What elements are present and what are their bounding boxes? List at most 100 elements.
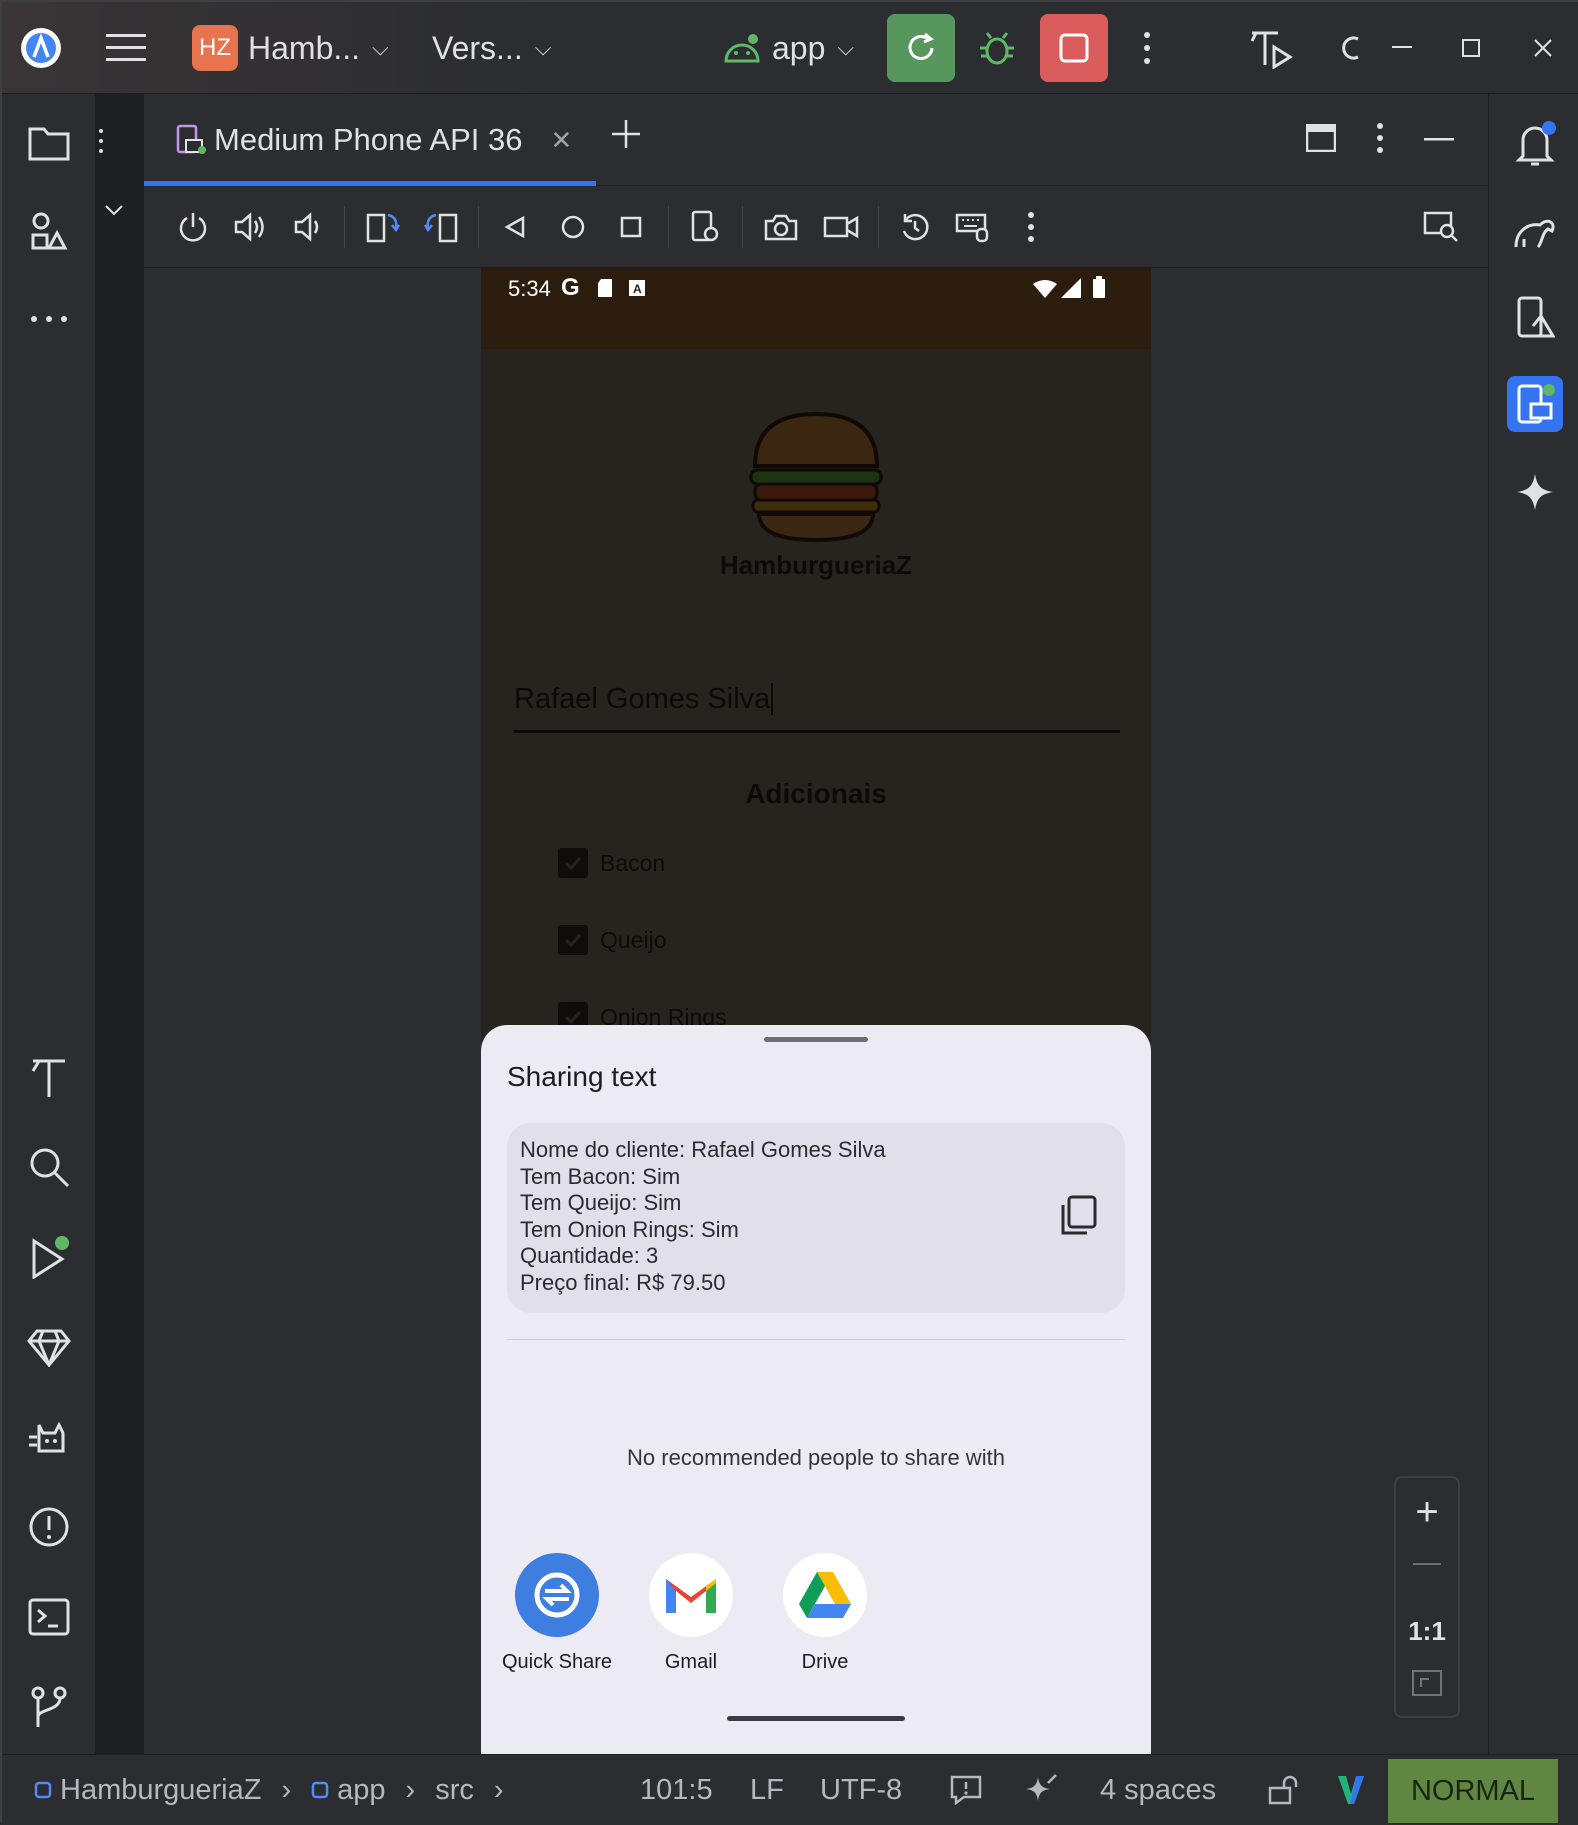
- preview-line: Tem Queijo: Sim: [520, 1190, 682, 1216]
- lock-open-icon[interactable]: [1268, 1755, 1300, 1825]
- chevron-right-icon: ›: [493, 1773, 504, 1806]
- hide-panel-icon[interactable]: [1424, 138, 1454, 142]
- ide-window: HZ Hamb... ⌵ Vers... ⌵ app ⌵ Medium Phon…: [0, 0, 1578, 1825]
- inspections-icon[interactable]: [950, 1755, 982, 1825]
- back-icon[interactable]: [494, 206, 536, 248]
- device-manager-icon[interactable]: [1507, 290, 1563, 346]
- indent-setting[interactable]: 4 spaces: [1100, 1755, 1216, 1825]
- add-tab-button[interactable]: [610, 118, 642, 150]
- android-studio-logo-icon[interactable]: [20, 2, 62, 94]
- window-layout-icon[interactable]: [1306, 124, 1336, 152]
- gesture-nav-pill[interactable]: [727, 1716, 905, 1721]
- zoom-in-button[interactable]: +: [1396, 1492, 1458, 1532]
- debug-button[interactable]: [977, 2, 1017, 94]
- phone-screen[interactable]: 5:34 G A HamburgueriaZ Rafael Gomes Silv…: [481, 268, 1151, 1754]
- volume-up-icon[interactable]: [230, 206, 272, 248]
- separator: [668, 206, 669, 248]
- vcs-selector[interactable]: Vers... ⌵: [432, 2, 551, 94]
- overview-icon[interactable]: [610, 206, 652, 248]
- more-actions-icon[interactable]: [1142, 2, 1152, 94]
- gem-icon[interactable]: [24, 1322, 74, 1372]
- run-config-selector[interactable]: app ⌵: [722, 2, 854, 94]
- main-menu-icon[interactable]: [106, 2, 146, 94]
- line-ending[interactable]: LF: [750, 1755, 784, 1825]
- checkbox-checked-icon: [558, 925, 588, 955]
- collapsed-panel-strip: [96, 94, 144, 1754]
- checkbox-queijo[interactable]: Queijo: [558, 923, 666, 957]
- zoom-out-button[interactable]: —: [1396, 1546, 1458, 1578]
- search-icon[interactable]: [24, 1142, 74, 1192]
- zoom-fit-icon[interactable]: [1412, 1670, 1442, 1696]
- separator: [878, 206, 879, 248]
- screenshot-camera-icon[interactable]: [760, 206, 802, 248]
- share-sheet-title: Sharing text: [507, 1061, 657, 1092]
- checkbox-bacon[interactable]: Bacon: [558, 846, 665, 880]
- sheet-drag-handle[interactable]: [764, 1037, 868, 1042]
- notifications-bell-icon[interactable]: [1507, 116, 1563, 172]
- rotate-right-icon[interactable]: [420, 206, 462, 248]
- separator: [742, 206, 743, 248]
- rerun-button[interactable]: [887, 14, 955, 82]
- layout-inspector-icon[interactable]: [1420, 206, 1462, 248]
- tab-options-icon[interactable]: [1376, 122, 1384, 154]
- ai-assistant-icon[interactable]: [1024, 1755, 1058, 1825]
- wifi-icon: [1033, 280, 1057, 298]
- customer-name-field[interactable]: Rafael Gomes Silva: [514, 683, 1120, 733]
- preview-line: Preço final: R$ 79.50: [520, 1269, 726, 1295]
- gemini-sparkle-icon[interactable]: [1507, 464, 1563, 520]
- share-target-drive[interactable]: Drive: [765, 1553, 885, 1674]
- customer-name-value: Rafael Gomes Silva: [514, 683, 771, 715]
- more-tools-icon[interactable]: [24, 294, 74, 344]
- rotate-left-icon[interactable]: [362, 206, 404, 248]
- device-more-icon[interactable]: [1010, 206, 1052, 248]
- breadcrumb-item[interactable]: HamburgueriaZ: [60, 1774, 261, 1807]
- breadcrumb-item[interactable]: src: [435, 1774, 474, 1807]
- terminal-icon[interactable]: [24, 1592, 74, 1642]
- minimize-window-button[interactable]: [1392, 2, 1412, 94]
- volume-down-icon[interactable]: [288, 206, 330, 248]
- stop-icon: [1059, 33, 1089, 63]
- run-icon[interactable]: [24, 1232, 74, 1282]
- project-folder-icon[interactable]: [24, 118, 74, 168]
- keyboard-mouse-icon[interactable]: [952, 206, 994, 248]
- power-icon[interactable]: [172, 206, 214, 248]
- share-target-quick-share[interactable]: Quick Share: [497, 1553, 617, 1674]
- gradle-elephant-icon[interactable]: [1507, 204, 1563, 260]
- left-tool-strip: [2, 94, 96, 1754]
- resource-manager-icon[interactable]: [24, 206, 74, 256]
- running-devices-icon[interactable]: [1507, 376, 1563, 432]
- snapshot-restore-icon[interactable]: [894, 206, 936, 248]
- vim-plugin-icon[interactable]: [1336, 1755, 1366, 1825]
- stop-button[interactable]: [1040, 14, 1108, 82]
- breadcrumb-item[interactable]: app: [337, 1774, 385, 1807]
- project-name: Hamb...: [248, 29, 361, 66]
- home-icon[interactable]: [552, 206, 594, 248]
- checkbox-label: Bacon: [600, 849, 666, 876]
- close-window-button[interactable]: [1533, 2, 1553, 94]
- share-sheet: Sharing text Nome do cliente: Rafael Gom…: [481, 1025, 1151, 1754]
- zoom-one-to-one-button[interactable]: 1:1: [1396, 1616, 1458, 1647]
- build-hammer-icon[interactable]: [24, 1052, 74, 1102]
- maximize-window-button[interactable]: [1462, 2, 1480, 94]
- copy-icon[interactable]: [1057, 1195, 1097, 1237]
- burger-logo-icon: [747, 410, 885, 544]
- caret-position[interactable]: 101:5: [640, 1755, 713, 1825]
- vcs-label: Vers...: [432, 29, 523, 66]
- device-settings-icon[interactable]: [684, 206, 726, 248]
- file-encoding[interactable]: UTF-8: [820, 1755, 902, 1825]
- screen-record-icon[interactable]: [820, 206, 862, 248]
- chevron-down-icon[interactable]: [104, 204, 124, 216]
- chevron-down-icon: ⌵: [837, 35, 855, 60]
- run-config-label: app: [772, 29, 826, 66]
- project-selector[interactable]: HZ Hamb... ⌵: [192, 2, 389, 94]
- build-run-icon[interactable]: [1248, 2, 1294, 94]
- close-tab-icon[interactable]: ✕: [550, 125, 572, 156]
- git-branch-icon[interactable]: [24, 1682, 74, 1732]
- problems-icon[interactable]: [24, 1502, 74, 1552]
- share-target-gmail[interactable]: Gmail: [631, 1553, 751, 1674]
- panel-options-icon[interactable]: [98, 128, 104, 154]
- tab-medium-phone[interactable]: Medium Phone API 36 ✕: [144, 94, 596, 186]
- vim-mode-indicator[interactable]: NORMAL: [1388, 1759, 1558, 1823]
- logcat-icon[interactable]: [24, 1412, 74, 1462]
- chevron-down-icon: ⌵: [372, 35, 389, 60]
